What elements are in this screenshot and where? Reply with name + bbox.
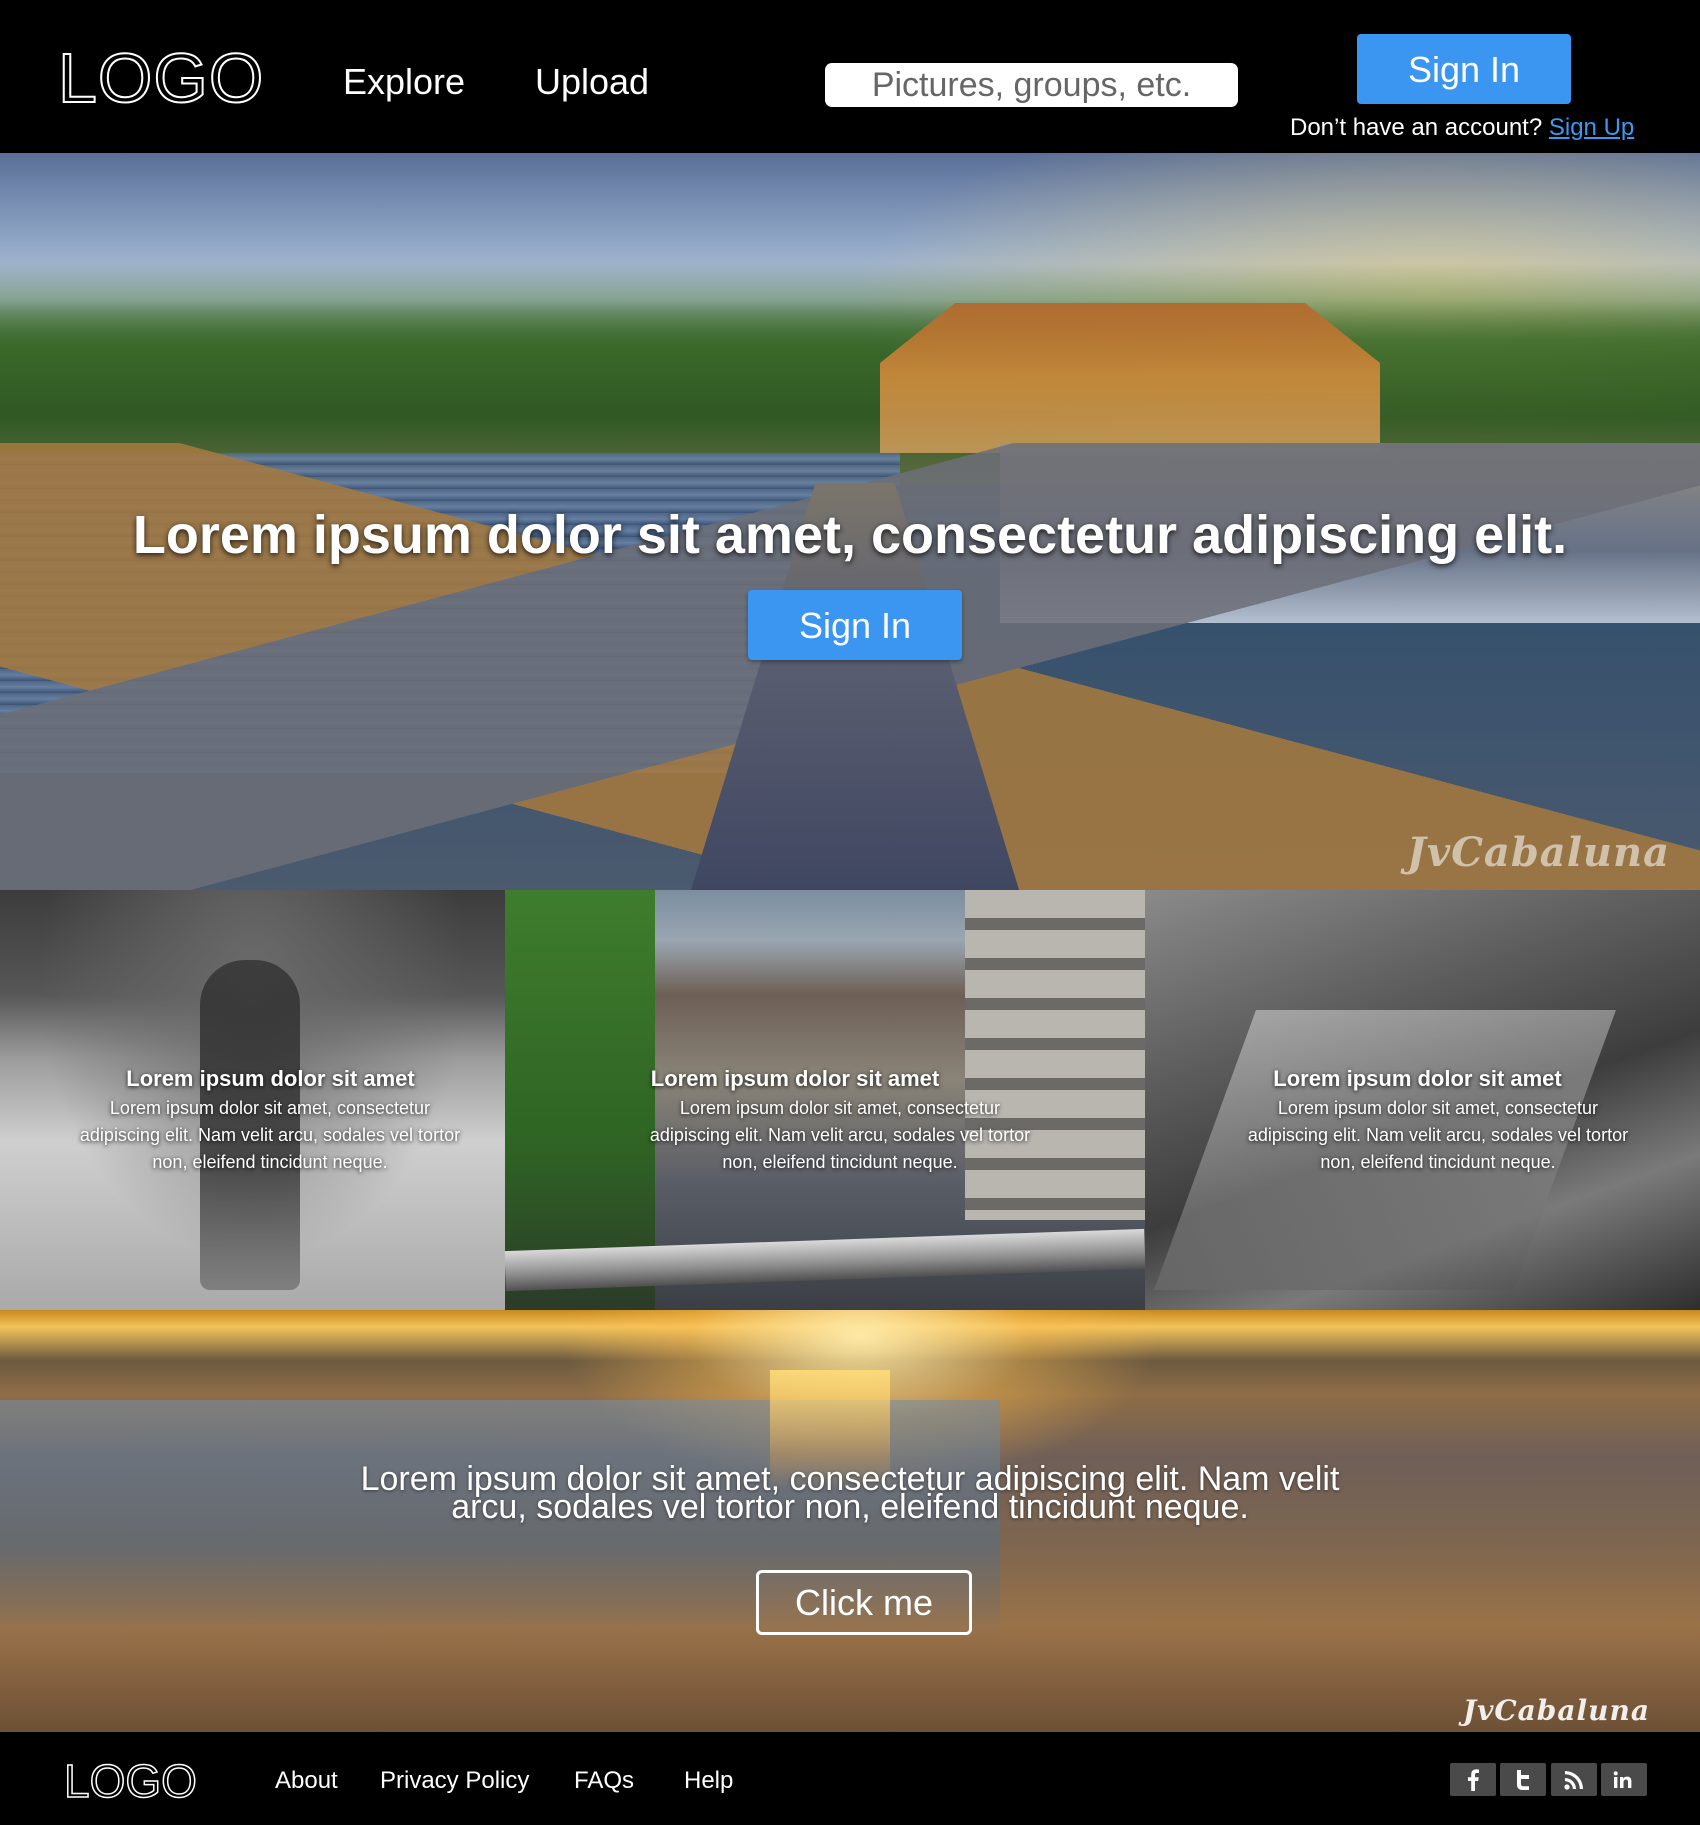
click-me-button[interactable]: Click me: [756, 1570, 972, 1635]
gallery-tile-beach-girl[interactable]: Lorem ipsum dolor sit amet Lorem ipsum d…: [0, 890, 505, 1310]
facebook-button[interactable]: [1450, 1763, 1496, 1796]
footer-logo[interactable]: LOGO: [63, 1754, 197, 1808]
promo-banner: Lorem ipsum dolor sit amet, consectetur …: [0, 1310, 1700, 1732]
search-input[interactable]: [825, 63, 1238, 107]
promo-text: Lorem ipsum dolor sit amet, consectetur …: [360, 1460, 1340, 1526]
footer-privacy-link[interactable]: Privacy Policy: [380, 1766, 529, 1796]
gallery-tile-text: Lorem ipsum dolor sit amet, consectetur …: [79, 1098, 461, 1172]
hero-sign-in-button[interactable]: Sign In: [748, 590, 962, 660]
footer-help-link[interactable]: Help: [684, 1766, 733, 1796]
gallery-tile-boat[interactable]: Lorem ipsum dolor sit amet Lorem ipsum d…: [1145, 890, 1700, 1310]
gallery-tile-text: Lorem ipsum dolor sit amet, consectetur …: [1247, 1098, 1629, 1172]
site-footer: LOGO About Privacy Policy FAQs Help: [0, 1732, 1700, 1825]
account-prompt: Don’t have an account? Sign Up: [1290, 114, 1634, 142]
gallery-tile-city-street[interactable]: Lorem ipsum dolor sit amet Lorem ipsum d…: [505, 890, 1145, 1310]
gallery-tile-title: Lorem ipsum dolor sit amet: [126, 1066, 415, 1091]
hero-title: Lorem ipsum dolor sit amet, consectetur …: [132, 505, 1568, 565]
linkedin-button[interactable]: [1601, 1763, 1647, 1796]
footer-faqs-link[interactable]: FAQs: [574, 1766, 634, 1796]
hero-beach-hut: [880, 303, 1380, 453]
facebook-icon: [1468, 1768, 1479, 1791]
nav-explore-link[interactable]: Explore: [343, 60, 465, 104]
site-logo[interactable]: LOGO: [57, 38, 264, 118]
gallery-tile-text: Lorem ipsum dolor sit amet, consectetur …: [649, 1098, 1031, 1172]
account-prompt-text: Don’t have an account?: [1290, 114, 1543, 141]
gallery-tile-title: Lorem ipsum dolor sit amet: [650, 1066, 940, 1091]
rss-button[interactable]: [1551, 1763, 1597, 1796]
photo-gallery: Lorem ipsum dolor sit amet Lorem ipsum d…: [0, 890, 1700, 1310]
footer-about-link[interactable]: About: [275, 1766, 338, 1796]
gallery-tile-title: Lorem ipsum dolor sit amet: [1273, 1066, 1562, 1091]
photographer-watermark: JvCabaluna: [1462, 1694, 1650, 1727]
header-sign-in-button[interactable]: Sign In: [1357, 34, 1571, 104]
sign-up-link[interactable]: Sign Up: [1549, 114, 1634, 141]
linkedin-icon: [1613, 1770, 1632, 1788]
twitter-icon: [1517, 1769, 1529, 1790]
photographer-watermark: JvCabaluna: [1406, 829, 1670, 876]
twitter-button[interactable]: [1500, 1763, 1546, 1796]
rss-icon: [1564, 1770, 1583, 1790]
hero-banner: Lorem ipsum dolor sit amet, consectetur …: [0, 153, 1700, 890]
site-header: LOGO Explore Upload Sign In Don’t have a…: [0, 0, 1700, 153]
nav-upload-link[interactable]: Upload: [535, 60, 649, 104]
